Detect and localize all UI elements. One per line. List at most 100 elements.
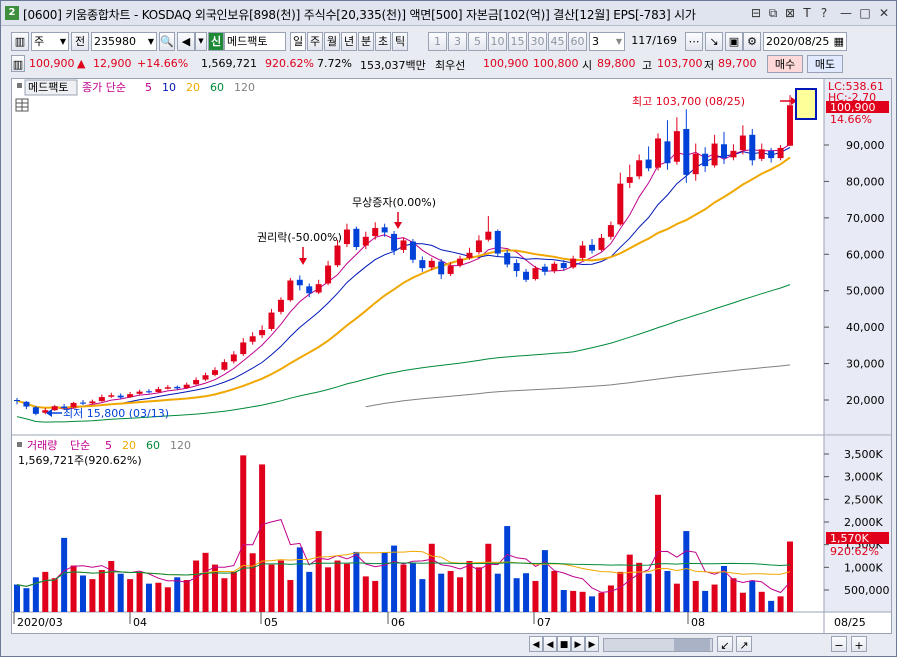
volume-pct-tag: 920.62% [830,545,879,558]
volume-bar [230,571,237,612]
volume-bar [513,578,520,612]
zoom-out-icon[interactable]: ↙ [717,636,733,652]
chevron-down-icon[interactable]: ▼ [195,32,207,51]
period-button-6[interactable]: 틱 [392,32,408,51]
volume-legend-ma-label: 단순 [70,439,90,452]
volume-tick-label: 3,000K [844,471,883,484]
volume-bar [673,583,680,612]
title-bar: 2 [0600] 키움종합차트 - KOSDAQ 외국인보유[898(천)] 주… [1,1,896,26]
volume-bar [240,455,247,612]
volume-bar [145,583,152,612]
candle-body [579,245,586,258]
sell-button[interactable]: 매도 [807,55,843,73]
shin-button[interactable]: 신 [208,32,224,51]
candle-body [277,299,284,312]
period-button-3[interactable]: 년 [341,32,357,51]
scrollbar-track[interactable] [603,638,713,652]
scroll-left-icon[interactable]: ◀ [529,636,543,652]
zoom-icon[interactable]: ↘ [705,32,723,51]
selection-box[interactable] [795,88,817,120]
period-button-4[interactable]: 분 [358,32,374,51]
price-tick-label: 50,000 [846,285,885,298]
toolbar-main: ▥ 주 ▼ 전 235980 ▼ 🔍 ◀ ▼ 신 메드팩토 일주월년분초틱 1351… [5,32,893,54]
legend-ma-period: 120 [234,81,255,94]
volume-bar [193,560,200,612]
period-button-1[interactable]: 주 [307,32,323,51]
pin-icon[interactable]: ⊠ [783,6,797,20]
volume-bar [409,562,416,612]
volume-bar [504,526,511,612]
price-tick-label: 20,000 [846,394,885,407]
candle-body [664,141,671,164]
chart-area[interactable]: 90,000 80,000 70,000 60,000 50,000 40,000 30,0… [11,78,892,634]
add-icon[interactable]: + [851,636,867,652]
volume-bar [711,584,718,612]
settings-gear-icon[interactable]: ⚙ [743,32,761,51]
period-button-2[interactable]: 월 [324,32,340,51]
volume-bar [362,576,369,612]
legend-ma-period: 20 [186,81,200,94]
custom-interval-value: 3 [592,35,599,48]
legend-stock-name: 메드팩토 [28,81,68,94]
volume-value-tag-text: 1,570K [830,532,869,545]
maximize-icon[interactable]: □ [858,6,872,20]
period-button-0[interactable]: 일 [290,32,306,51]
interval-button-1[interactable]: 1 [428,32,447,51]
play-back-icon[interactable]: ◀ [543,636,557,652]
volume-legend-name: 거래량 [27,439,57,452]
minimize-icon[interactable]: — [839,6,853,20]
high-price: 103,700 [657,57,703,70]
font-size-icon[interactable]: T [800,6,814,20]
stock-code-input[interactable]: 235980 ▼ [91,32,157,51]
interval-button-60[interactable]: 60 [568,32,587,51]
copy-window-icon[interactable]: ⧉ [766,6,780,20]
scrollbar-thumb[interactable] [674,639,710,651]
price-tick-label: 80,000 [846,175,885,188]
save-icon[interactable]: ▣ [725,32,743,51]
candle-body [598,237,605,250]
candle-body [787,105,793,146]
prev-button[interactable]: 전 [71,32,89,51]
zoom-in-icon[interactable]: ↗ [736,636,752,652]
best-ask: 100,900 [483,57,529,70]
chevron-down-icon: ▼ [59,37,66,46]
x-tick-label: 2020/03 [17,616,63,629]
interval-button-45[interactable]: 45 [548,32,567,51]
candle-body [145,391,152,393]
candle-body [504,252,511,265]
close-icon[interactable]: ✕ [877,6,891,20]
period-select[interactable]: 주 ▼ [31,32,69,51]
volume-bar [617,571,624,612]
candle-body [268,312,275,329]
remove-icon[interactable]: − [831,636,847,652]
date-input[interactable]: 2020/08/25 ▦ [763,32,847,51]
quote-toggle-icon[interactable]: ▥ [11,55,25,72]
scroll-right-icon[interactable]: ▶ [585,636,599,652]
overlay-icon[interactable]: ⋯ [685,32,703,51]
interval-button-15[interactable]: 15 [508,32,527,51]
interval-button-3[interactable]: 3 [448,32,467,51]
period-button-5[interactable]: 초 [375,32,391,51]
candle-body [79,402,86,404]
volume-bar [14,584,20,612]
play-forward-icon[interactable]: ▶ [571,636,585,652]
volume-bar [155,582,162,612]
price-tick-label: 40,000 [846,321,885,334]
interval-button-10[interactable]: 10 [488,32,507,51]
interval-button-30[interactable]: 30 [528,32,547,51]
volume-bar [353,551,360,612]
interval-button-5[interactable]: 5 [468,32,487,51]
buy-button[interactable]: 매수 [767,55,803,73]
sound-icon[interactable]: ◀ [177,32,195,51]
chart-svg[interactable]: 90,000 80,000 70,000 60,000 50,000 40,000 30,0… [12,79,891,633]
stop-icon[interactable]: ■ [557,636,571,652]
link-icon[interactable]: ⊟ [749,6,763,20]
candle-body [636,160,643,177]
volume-bar [306,571,313,612]
volume-bar [428,543,435,612]
help-icon[interactable]: ? [817,6,831,20]
candle-body [362,236,369,246]
volume-legend-period: 120 [170,439,191,452]
chart-type-icon[interactable]: ▥ [11,32,29,51]
search-icon[interactable]: 🔍 [159,32,175,51]
